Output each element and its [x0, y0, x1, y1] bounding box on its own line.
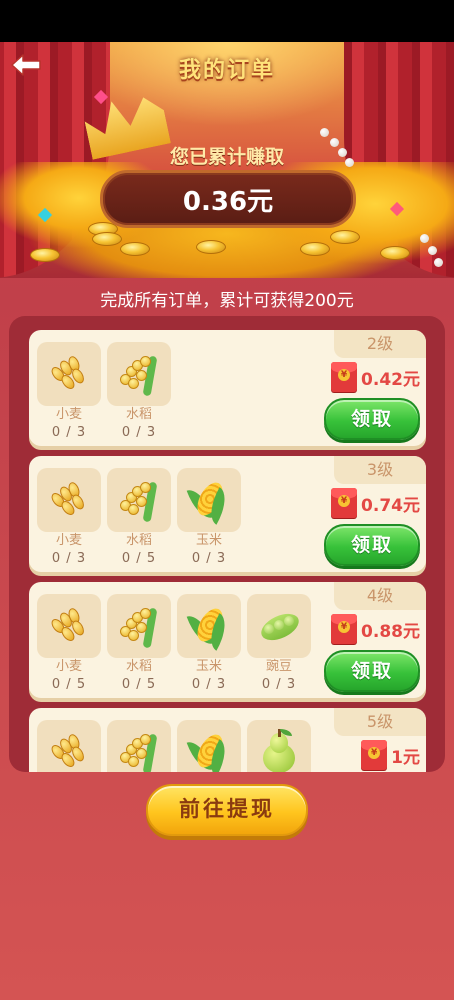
crop-name: 豌豆	[265, 659, 292, 674]
reward-amount: 0.74元	[361, 495, 420, 516]
status-bar	[0, 0, 454, 42]
reward-row: 0.88元	[331, 614, 420, 644]
crop-item: 小麦 0 / 3	[37, 342, 101, 442]
claim-button[interactable]: 领取	[324, 650, 420, 692]
wheat-icon	[49, 478, 89, 522]
crop-item: 玉米 0 / 3	[177, 594, 241, 694]
crop-item: 小麦	[37, 720, 101, 772]
crop-name: 玉米	[195, 533, 222, 548]
earnings-box: 0.36元	[100, 170, 356, 228]
orders-panel[interactable]: 小麦 0 / 3 水稻 0 / 3 2级 0.42元 领取	[9, 316, 445, 772]
withdraw-button[interactable]: 前往提现	[146, 784, 308, 836]
red-packet-icon	[361, 740, 388, 770]
orders-subtitle: 完成所有订单，累计可获得200元	[100, 291, 354, 311]
crop-progress: 0 / 5	[121, 551, 157, 566]
red-packet-icon	[331, 614, 358, 644]
pearl-icon	[428, 246, 437, 255]
wheat-icon	[49, 604, 89, 648]
coin-icon	[330, 230, 360, 244]
crop-item: 豌豆 0 / 3	[247, 594, 311, 694]
level-badge: 5级	[334, 708, 426, 736]
crop-progress: 0 / 5	[51, 677, 87, 692]
crop-item: 玉米 0 / 3	[177, 468, 241, 568]
crop-item: 水稻 0 / 3	[107, 342, 171, 442]
crop-progress: 0 / 3	[191, 551, 227, 566]
order-card: 小麦 0 / 5 水稻 0 / 5 玉米 0 / 3 豌豆 0 / 3 4级 ¥…	[29, 582, 426, 698]
reward-row: 0.74元	[331, 488, 420, 518]
crop-name: 小麦	[55, 533, 82, 548]
coin-icon	[300, 242, 330, 256]
crop-item	[247, 720, 311, 772]
corn-icon	[186, 729, 234, 772]
reward-row: 0.42元	[331, 362, 420, 392]
coin-icon	[30, 248, 60, 262]
red-packet-icon	[331, 362, 358, 392]
pear-icon	[259, 729, 299, 772]
crop-progress: 0 / 3	[51, 551, 87, 566]
order-card: 小麦 0 / 3 水稻 0 / 5 玉米 0 / 3 3级 ¥ 0.74元 领取	[29, 456, 426, 572]
claim-button[interactable]: 领取	[324, 398, 420, 440]
page-title: 我的订单	[178, 58, 275, 83]
corn-icon	[186, 603, 234, 651]
crop-item: 水稻 0 / 5	[107, 594, 171, 694]
crop-name: 水稻	[125, 407, 152, 422]
rice-icon	[116, 352, 162, 397]
reward-amount: 0.88元	[361, 621, 420, 642]
crop-item: 小麦 0 / 3	[37, 468, 101, 568]
rice-icon	[116, 478, 162, 523]
pearl-icon	[420, 234, 429, 243]
crop-name: 水稻	[125, 533, 152, 548]
level-badge: 2级	[334, 330, 426, 358]
crop-item: 玉米	[177, 720, 241, 772]
crop-item: 水稻	[107, 720, 171, 772]
order-card: 小麦 水稻 玉米	[29, 708, 426, 772]
order-card: 小麦 0 / 3 水稻 0 / 3 2级 0.42元 领取	[29, 330, 426, 446]
claim-button[interactable]: 领取	[324, 524, 420, 566]
crop-item: 水稻 0 / 5	[107, 468, 171, 568]
pearl-icon	[320, 128, 329, 137]
wheat-icon	[49, 730, 89, 772]
coin-icon	[120, 242, 150, 256]
corn-icon	[186, 477, 234, 525]
crop-name: 水稻	[125, 659, 152, 674]
coin-icon	[196, 240, 226, 254]
crop-progress: 0 / 3	[51, 425, 87, 440]
wheat-icon	[49, 352, 89, 396]
crop-progress: 0 / 5	[121, 677, 157, 692]
reward-amount: 1元	[391, 747, 420, 768]
coin-icon	[92, 232, 122, 246]
crop-item: 小麦 0 / 5	[37, 594, 101, 694]
earnings-value: 0.36元	[182, 186, 274, 217]
crop-name: 玉米	[195, 659, 222, 674]
reward-row: 1元	[361, 740, 420, 770]
crop-progress: 0 / 3	[261, 677, 297, 692]
crop-progress: 0 / 3	[121, 425, 157, 440]
pearl-icon	[434, 258, 443, 267]
reward-amount: 0.42元	[361, 369, 420, 390]
level-badge: 3级	[334, 456, 426, 484]
red-packet-icon	[331, 488, 358, 518]
pea-icon	[256, 606, 303, 646]
earnings-label: 您已累计赚取	[169, 146, 284, 168]
coin-icon	[380, 246, 410, 260]
rice-icon	[116, 730, 162, 772]
crop-name: 小麦	[55, 407, 82, 422]
crop-progress: 0 / 3	[191, 677, 227, 692]
crop-name: 小麦	[55, 659, 82, 674]
level-badge: 4级	[334, 582, 426, 610]
rice-icon	[116, 604, 162, 649]
